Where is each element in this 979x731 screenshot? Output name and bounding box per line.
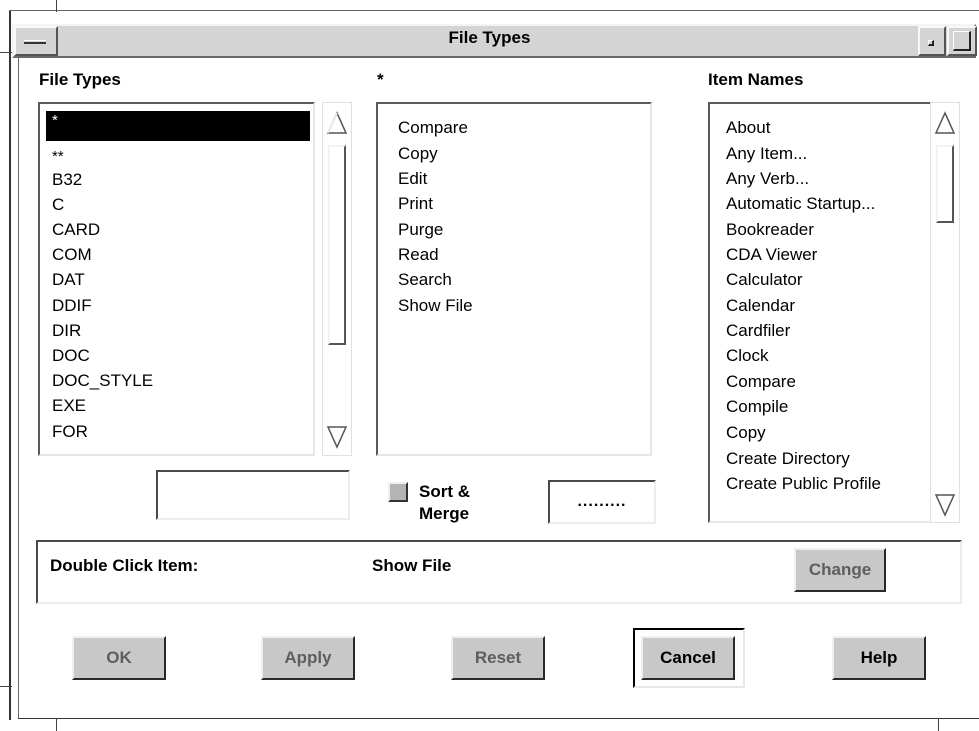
verbs-header: * <box>377 70 384 89</box>
window-menu-button[interactable] <box>14 26 58 56</box>
maximize-icon <box>953 31 971 51</box>
frame-left-edge <box>9 10 11 720</box>
list-item[interactable]: Any Item... <box>726 144 807 164</box>
sort-merge-checkbox[interactable] <box>388 482 408 502</box>
cancel-button[interactable]: Cancel <box>641 636 735 680</box>
reset-button[interactable]: Reset <box>451 636 545 680</box>
minimize-icon <box>928 40 934 46</box>
list-item[interactable]: Create Directory <box>726 449 850 469</box>
list-item[interactable]: Copy <box>398 144 438 164</box>
file-types-scrollbar[interactable] <box>322 102 352 456</box>
list-item[interactable]: COM <box>52 245 92 265</box>
verbs-list[interactable]: Compare Copy Edit Print Purge Read Searc… <box>376 102 652 456</box>
triangle-down-icon[interactable] <box>934 493 956 517</box>
list-item[interactable]: CARD <box>52 220 100 240</box>
verb-input-value: ......... <box>577 493 627 510</box>
sort-merge-label-line2: Merge <box>419 504 470 523</box>
triangle-up-icon[interactable] <box>934 111 956 135</box>
list-item[interactable]: Calculator <box>726 270 803 290</box>
frame-top-edge <box>9 10 979 11</box>
list-item[interactable]: Create Public Profile <box>726 474 881 494</box>
minus-icon <box>24 40 46 44</box>
list-item[interactable]: CDA Viewer <box>726 245 817 265</box>
list-item[interactable]: B32 <box>52 170 82 190</box>
list-item[interactable]: Compare <box>726 372 796 392</box>
list-item[interactable]: DIR <box>52 321 81 341</box>
frame-left-tick <box>0 52 12 53</box>
list-item[interactable]: * <box>52 112 58 129</box>
double-click-value: Show File <box>372 556 452 575</box>
change-button[interactable]: Change <box>794 548 886 592</box>
list-item[interactable]: ** <box>52 148 64 165</box>
list-item[interactable]: Clock <box>726 346 769 366</box>
apply-button[interactable]: Apply <box>261 636 355 680</box>
window-title: File Types <box>448 28 531 47</box>
item-names-list[interactable]: About Any Item... Any Verb... Automatic … <box>708 102 948 523</box>
list-item[interactable]: DOC_STYLE <box>52 371 153 391</box>
sort-merge-label-line1: Sort & <box>419 482 470 501</box>
frame-inner-left <box>18 58 19 718</box>
file-types-list[interactable]: * ** B32 C CARD COM DAT DDIF DIR DOC DOC… <box>38 102 315 456</box>
list-item[interactable]: Copy <box>726 423 766 443</box>
frame-bottom-tick-left <box>56 718 57 731</box>
scrollbar-thumb[interactable] <box>328 145 346 345</box>
list-item[interactable]: Bookreader <box>726 220 814 240</box>
maximize-button[interactable] <box>947 26 977 56</box>
list-item[interactable]: Purge <box>398 220 443 240</box>
triangle-down-icon[interactable] <box>326 425 348 449</box>
file-types-header: File Types <box>39 70 121 89</box>
list-item[interactable]: C <box>52 195 64 215</box>
list-item[interactable]: DDIF <box>52 296 92 316</box>
scrollbar-thumb[interactable] <box>936 145 954 223</box>
list-item[interactable]: DAT <box>52 270 85 290</box>
list-item[interactable]: Print <box>398 194 433 214</box>
list-item[interactable]: EXE <box>52 396 86 416</box>
frame-corner-top-tick <box>56 0 57 12</box>
list-item[interactable]: Search <box>398 270 452 290</box>
list-item[interactable]: DOC <box>52 346 90 366</box>
item-names-header: Item Names <box>708 70 804 89</box>
minimize-button[interactable] <box>918 26 946 56</box>
list-item[interactable]: Compare <box>398 118 468 138</box>
list-item[interactable]: Edit <box>398 169 427 189</box>
triangle-up-icon[interactable] <box>326 111 348 135</box>
frame-bottom-edge <box>18 718 979 719</box>
frame-bottom-tick-right <box>938 718 939 731</box>
list-item[interactable]: Any Verb... <box>726 169 809 189</box>
frame-left-tick-bottom <box>0 686 12 687</box>
list-item[interactable]: Calendar <box>726 296 795 316</box>
selected-row-highlight <box>46 111 310 141</box>
help-button[interactable]: Help <box>832 636 926 680</box>
list-item[interactable]: Cardfiler <box>726 321 790 341</box>
ok-button[interactable]: OK <box>72 636 166 680</box>
list-item[interactable]: FOR <box>52 422 88 442</box>
item-names-scrollbar[interactable] <box>930 102 960 523</box>
list-item[interactable]: About <box>726 118 770 138</box>
file-type-input[interactable] <box>156 470 350 520</box>
list-item[interactable]: Show File <box>398 296 473 316</box>
list-item[interactable]: Read <box>398 245 439 265</box>
list-item[interactable]: Automatic Startup... <box>726 194 875 214</box>
list-item[interactable]: Compile <box>726 397 788 417</box>
verb-input[interactable]: ......... <box>548 480 656 524</box>
double-click-label: Double Click Item: <box>50 556 199 575</box>
